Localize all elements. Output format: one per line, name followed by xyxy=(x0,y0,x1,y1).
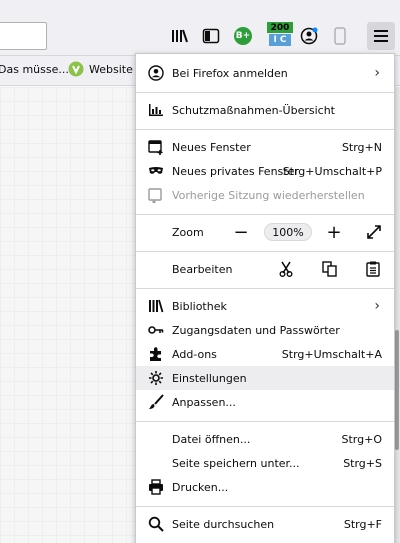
find-in-page-item[interactable]: Seite durchsuchen Strg+F xyxy=(136,512,394,536)
scissors-icon xyxy=(279,261,293,277)
private-mask-icon xyxy=(148,163,164,179)
settings-item[interactable]: Einstellungen xyxy=(136,366,394,390)
signin-label: Bei Firefox anmelden xyxy=(172,66,288,80)
url-bar[interactable] xyxy=(0,22,47,50)
separator xyxy=(136,288,394,289)
open-file-item[interactable]: Datei öffnen... Strg+O xyxy=(136,427,394,451)
new-window-item[interactable]: Neues Fenster Strg+N xyxy=(136,135,394,159)
signin-item[interactable]: Bei Firefox anmelden › xyxy=(136,61,394,85)
library-label: Bibliothek xyxy=(172,299,227,313)
clipboard-icon xyxy=(366,261,380,277)
find-in-page-shortcut: Strg+F xyxy=(343,517,382,531)
separator xyxy=(136,506,394,507)
new-window-label: Neues Fenster xyxy=(172,140,251,154)
customize-label: Anpassen... xyxy=(172,395,236,409)
separator xyxy=(136,214,394,215)
find-in-page-label: Seite durchsuchen xyxy=(172,517,275,531)
restore-session-icon xyxy=(148,187,164,203)
separator xyxy=(136,92,394,93)
fullscreen-icon xyxy=(367,225,381,239)
puzzle-icon xyxy=(148,346,164,362)
library-item[interactable]: Bibliothek › xyxy=(136,294,394,318)
new-private-window-shortcut: Strg+Umschalt+P xyxy=(282,164,382,178)
open-file-label: Datei öffnen... xyxy=(172,432,251,446)
zoom-label: Zoom xyxy=(172,225,204,239)
protections-label: Schutzmaßnahmen-Übersicht xyxy=(172,103,335,117)
search-icon xyxy=(148,516,164,532)
print-item[interactable]: Drucken... xyxy=(136,475,394,499)
account-icon xyxy=(148,65,164,81)
paste-button[interactable] xyxy=(363,259,383,279)
bookmark-item[interactable]: Das müsse... xyxy=(0,63,69,76)
logins-label: Zugangsdaten und Passwörter xyxy=(172,323,340,337)
grade-badge: B+ xyxy=(234,27,252,45)
scrollbar-thumb[interactable] xyxy=(395,330,399,450)
zoom-out-button[interactable]: − xyxy=(231,222,251,243)
new-window-shortcut: Strg+N xyxy=(341,140,382,154)
customize-item[interactable]: Anpassen... xyxy=(136,390,394,414)
print-label: Drucken... xyxy=(172,480,229,494)
restore-session-item: Vorherige Sitzung wiederherstellen xyxy=(136,183,394,207)
brush-icon xyxy=(148,394,164,410)
counter-badge: 200 xyxy=(267,22,293,33)
library-icon xyxy=(148,298,164,314)
navigation-toolbar: B+ 200 I C xyxy=(0,0,400,56)
dashboard-icon xyxy=(148,102,164,118)
protections-item[interactable]: Schutzmaßnahmen-Übersicht xyxy=(136,98,394,122)
counter-extension-icon[interactable]: 200 I C xyxy=(267,22,293,48)
bookmark-favicon-icon xyxy=(68,61,84,80)
open-file-shortcut: Strg+O xyxy=(341,432,382,446)
new-private-window-label: Neues privates Fenster xyxy=(172,164,299,178)
settings-label: Einstellungen xyxy=(172,371,247,385)
addons-item[interactable]: Add-ons Strg+Umschalt+A xyxy=(136,342,394,366)
chevron-right-icon: › xyxy=(374,298,380,314)
cut-button[interactable] xyxy=(276,259,296,279)
restore-session-label: Vorherige Sitzung wiederherstellen xyxy=(172,188,365,202)
save-page-item[interactable]: Seite speichern unter... Strg+S xyxy=(136,451,394,475)
separator xyxy=(136,421,394,422)
key-icon xyxy=(148,322,164,338)
addons-shortcut: Strg+Umschalt+A xyxy=(281,347,382,361)
addons-label: Add-ons xyxy=(172,347,217,361)
grade-extension-icon[interactable]: B+ xyxy=(231,24,255,48)
new-window-icon xyxy=(148,139,164,155)
edit-label: Bearbeiten xyxy=(172,262,233,276)
fullscreen-button[interactable] xyxy=(364,222,384,242)
separator xyxy=(136,251,394,252)
library-icon[interactable] xyxy=(168,24,192,48)
save-page-shortcut: Strg+S xyxy=(343,456,382,470)
printer-icon xyxy=(148,479,164,495)
save-page-label: Seite speichern unter... xyxy=(172,456,300,470)
separator xyxy=(136,129,394,130)
counter-sub: I C xyxy=(269,34,291,46)
account-icon[interactable] xyxy=(297,24,321,48)
zoom-in-button[interactable]: + xyxy=(324,222,344,243)
hamburger-icon xyxy=(374,30,388,42)
copy-button[interactable] xyxy=(320,259,340,279)
app-menu-panel: Bei Firefox anmelden › Schutzmaßnahmen-Ü… xyxy=(135,53,395,543)
new-private-window-item[interactable]: Neues privates Fenster Strg+Umschalt+P xyxy=(136,159,394,183)
zoom-reset-button[interactable]: 100% xyxy=(264,223,312,241)
zoom-row: Zoom − 100% + xyxy=(136,220,394,244)
app-menu-button[interactable] xyxy=(367,22,395,50)
chevron-right-icon: › xyxy=(374,65,380,81)
mobile-device-icon[interactable] xyxy=(328,24,352,48)
gear-icon xyxy=(148,370,164,386)
edit-row: Bearbeiten xyxy=(136,257,394,281)
sidebar-icon[interactable] xyxy=(199,24,223,48)
copy-icon xyxy=(322,261,337,277)
logins-item[interactable]: Zugangsdaten und Passwörter xyxy=(136,318,394,342)
